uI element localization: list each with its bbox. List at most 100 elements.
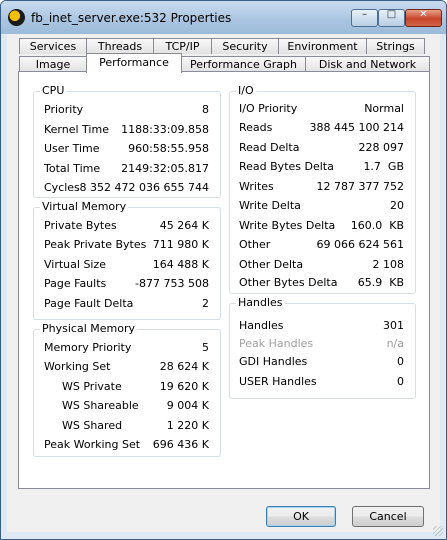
io-value: 69 066 624 561 — [316, 238, 404, 251]
handles-row-gdi-handles: GDI Handles 0 — [239, 354, 404, 370]
io-row-write-bytes-delta: Write Bytes Delta 160.0 KB — [239, 218, 404, 234]
handles-group-title: Handles — [236, 296, 285, 309]
io-value: Normal — [364, 102, 404, 115]
physical-memory-group-title: Physical Memory — [40, 322, 137, 335]
vm-row-private-bytes: Private Bytes 45 264 K — [44, 218, 209, 234]
handles-value: n/a — [386, 337, 404, 350]
pm-row-ws-private: WS Private 19 620 K — [62, 379, 209, 395]
io-row-io-priority: I/O Priority Normal — [239, 101, 404, 117]
window-title: fb_inet_server.exe:532 Properties — [31, 11, 232, 25]
io-row-other-bytes-delta: Other Bytes Delta 65.9 KB — [239, 275, 404, 291]
pm-value: 5 — [202, 341, 209, 354]
maximize-button[interactable]: □ — [378, 9, 405, 27]
cpu-row-kernel-time: Kernel Time 1188:33:09.858 — [44, 122, 209, 138]
io-value: 20 — [390, 199, 404, 212]
io-value: 160.0 KB — [350, 219, 404, 232]
io-label: Other Delta — [239, 258, 304, 271]
pm-value: 28 624 K — [159, 360, 209, 373]
cpu-row-total-time: Total Time 2149:32:05.817 — [44, 161, 209, 177]
minimize-button[interactable]: – — [351, 9, 378, 27]
tab-environment[interactable]: Environment — [278, 38, 367, 54]
cpu-value: 2149:32:05.817 — [121, 162, 209, 175]
handles-label: Peak Handles — [239, 337, 314, 350]
tab-strings[interactable]: Strings — [366, 38, 425, 54]
handles-label: Handles — [239, 319, 284, 332]
cancel-button[interactable]: Cancel — [352, 506, 424, 527]
pm-row-memory-priority: Memory Priority 5 — [44, 340, 209, 356]
pm-value: 1 220 K — [166, 419, 209, 432]
pm-label: WS Private — [62, 380, 122, 393]
pm-label: WS Shareable — [62, 399, 139, 412]
pm-row-peak-working-set: Peak Working Set 696 436 K — [44, 437, 209, 453]
vm-label: Page Faults — [44, 277, 107, 290]
tab-services[interactable]: Services — [19, 38, 87, 54]
tab-performance[interactable]: Performance — [86, 53, 182, 73]
pm-label: Memory Priority — [44, 341, 132, 354]
pm-label: Peak Working Set — [44, 438, 141, 451]
maximize-icon: □ — [386, 9, 397, 20]
pm-row-ws-shared: WS Shared 1 220 K — [62, 418, 209, 434]
io-value: 388 445 100 214 — [309, 121, 404, 134]
pm-value: 19 620 K — [159, 380, 209, 393]
io-label: Read Bytes Delta — [239, 160, 334, 173]
io-label: I/O Priority — [239, 102, 298, 115]
io-value: 12 787 377 752 — [316, 180, 404, 193]
vm-value: 2 — [202, 297, 209, 310]
vm-row-virtual-size: Virtual Size 164 488 K — [44, 257, 209, 273]
handles-row-user-handles: USER Handles 0 — [239, 374, 404, 390]
cpu-value: 1188:33:09.858 — [121, 123, 209, 136]
tab-performance-graph[interactable]: Performance Graph — [181, 56, 306, 72]
cpu-value: .8 352 472 036 655 744 — [76, 181, 209, 194]
io-label: Reads — [239, 121, 273, 134]
cpu-label: Kernel Time — [44, 123, 109, 136]
io-group-title: I/O — [236, 84, 256, 97]
close-icon: ✕ — [419, 9, 428, 20]
io-label: Write Bytes Delta — [239, 219, 336, 232]
pm-row-ws-shareable: WS Shareable 9 004 K — [62, 398, 209, 414]
io-value: 228 097 — [358, 141, 405, 154]
vm-value: 164 488 K — [152, 258, 209, 271]
cpu-group-title: CPU — [40, 84, 67, 97]
io-value: 2 108 — [372, 258, 405, 271]
tab-threads[interactable]: Threads — [86, 38, 154, 54]
title-bar[interactable]: fb_inet_server.exe:532 Properties – □ ✕ — [1, 1, 446, 34]
vm-row-page-faults: Page Faults -877 753 508 — [44, 276, 209, 292]
io-row-reads: Reads 388 445 100 214 — [239, 120, 404, 136]
io-row-read-bytes-delta: Read Bytes Delta 1.7 GB — [239, 159, 404, 175]
cpu-row-cycles: Cycles .8 352 472 036 655 744 — [44, 180, 209, 196]
app-icon — [8, 9, 25, 26]
io-label: Writes — [239, 180, 274, 193]
resize-grip[interactable] — [433, 526, 443, 536]
pm-value: 696 436 K — [152, 438, 209, 451]
vm-row-peak-private-bytes: Peak Private Bytes 711 980 K — [44, 237, 209, 253]
handles-value: 0 — [397, 375, 404, 388]
vm-label: Private Bytes — [44, 219, 117, 232]
handles-value: 0 — [397, 355, 404, 368]
pm-row-working-set: Working Set 28 624 K — [44, 359, 209, 375]
tab-security[interactable]: Security — [211, 38, 279, 54]
virtual-memory-group-title: Virtual Memory — [40, 200, 129, 213]
io-row-other: Other 69 066 624 561 — [239, 237, 404, 253]
io-row-read-delta: Read Delta 228 097 — [239, 140, 404, 156]
cpu-row-priority: Priority 8 — [44, 102, 209, 118]
cpu-value: 960:58:55.958 — [128, 142, 209, 155]
tab-image[interactable]: Image — [19, 56, 87, 72]
vm-label: Page Fault Delta — [44, 297, 134, 310]
cpu-label: User Time — [44, 142, 100, 155]
ok-button[interactable]: OK — [266, 506, 336, 527]
vm-label: Virtual Size — [44, 258, 107, 271]
cpu-label: Total Time — [44, 162, 101, 175]
minimize-icon: – — [362, 9, 367, 20]
close-button[interactable]: ✕ — [405, 9, 442, 27]
vm-row-page-fault-delta: Page Fault Delta 2 — [44, 296, 209, 312]
vm-value: 711 980 K — [152, 238, 209, 251]
tab-disk-and-network[interactable]: Disk and Network — [305, 56, 430, 72]
tab-tcpip[interactable]: TCP/IP — [153, 38, 212, 54]
pm-label: WS Shared — [62, 419, 123, 432]
io-label: Other Bytes Delta — [239, 276, 338, 289]
io-label: Other — [239, 238, 271, 251]
cpu-value: 8 — [202, 103, 209, 116]
pm-label: Working Set — [44, 360, 111, 373]
io-row-write-delta: Write Delta 20 — [239, 198, 404, 214]
pm-value: 9 004 K — [166, 399, 209, 412]
